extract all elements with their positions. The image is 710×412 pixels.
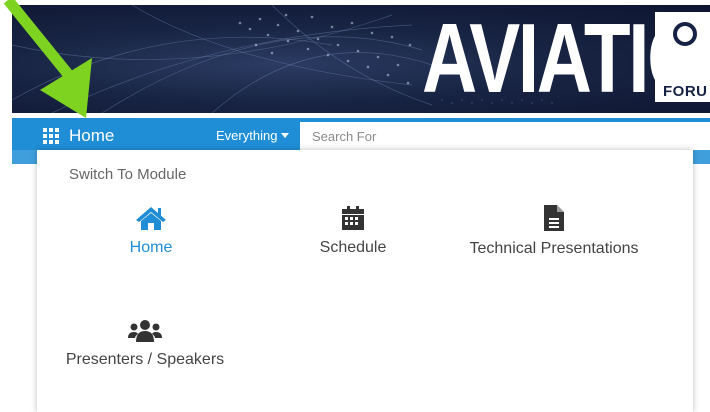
search-scope-dropdown[interactable]: Everything [216,128,290,143]
logo-glyph-icon [673,22,697,46]
module-label: Home [129,239,173,256]
home-icon [136,207,166,230]
menu-header: Switch To Module [69,166,187,183]
caret-down-icon [281,133,290,138]
module-switcher-menu: Switch To Module Home Schedule Technical… [37,150,693,412]
green-arrow-annotation [3,0,92,118]
module-label: Presenters / Speakers [65,351,225,368]
document-icon [544,205,564,231]
users-icon [128,320,162,342]
grid-icon [43,128,59,144]
module-label: Technical Presentations [469,240,639,257]
module-label: Schedule [319,239,387,256]
module-item-home[interactable]: Home [66,206,236,257]
calendar-icon [342,206,364,230]
site-banner: AVIATION [12,5,710,113]
search-input[interactable] [300,122,710,150]
module-item-presenters-speakers[interactable]: Presenters / Speakers [60,320,230,369]
search-scope-label: Everything [216,128,278,143]
module-item-schedule[interactable]: Schedule [268,206,438,257]
logo-suffix: FORU [663,83,708,100]
module-item-technical-presentations[interactable]: Technical Presentations [469,205,639,258]
